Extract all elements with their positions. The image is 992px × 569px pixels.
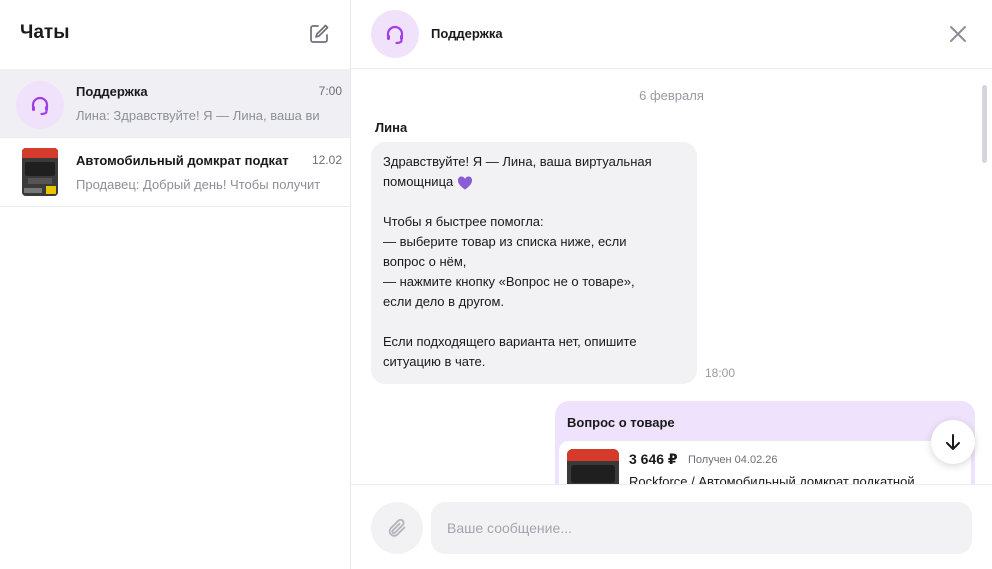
chat-item-time: 12.02 (311, 153, 342, 167)
message-line: Если подходящего варианта нет, опишите (383, 334, 637, 349)
outgoing-message-title: Вопрос о товаре (567, 415, 675, 430)
message-line: если дело в другом. (383, 294, 505, 309)
date-separator: 6 февраля (639, 88, 704, 103)
chat-item-preview: Лина: Здравствуйте! Я — Лина, ваша ви (76, 108, 320, 123)
message-line: ситуацию в чате. (383, 354, 486, 369)
headset-icon (386, 25, 404, 45)
scrollbar-thumb[interactable] (982, 85, 987, 163)
message-line: вопрос о нём, (383, 254, 467, 269)
product-thumbnail (567, 449, 619, 484)
outgoing-message: Вопрос о товаре 3 646 ₽ Получен 04.02.26… (555, 401, 975, 484)
sidebar-header: Чаты (0, 0, 350, 68)
message-list[interactable]: 6 февраля Лина Здравствуйте! Я — Лина, в… (351, 69, 992, 484)
sidebar-title: Чаты (20, 22, 70, 43)
product-name: Rockforce / Автомобильный домкрат подкат… (629, 474, 915, 484)
chat-item-preview: Продавец: Добрый день! Чтобы получит (76, 177, 321, 192)
attach-button[interactable] (371, 502, 423, 554)
chat-panel: Поддержка 6 февраля Лина Здравствуйте! Я… (351, 0, 992, 569)
chat-list-sidebar: Чаты Поддержка 7:00 Лина: Здравствуйте! … (0, 0, 351, 569)
chat-item-jack[interactable]: Автомобильный домкрат подкат 12.02 Прода… (0, 138, 350, 207)
product-thumbnail (22, 148, 58, 196)
message-composer (351, 484, 992, 569)
message-line: помощница (383, 172, 685, 192)
scroll-down-button[interactable] (931, 420, 975, 464)
product-card[interactable]: 3 646 ₽ Получен 04.02.26 Rockforce / Авт… (559, 441, 971, 484)
chat-title: Поддержка (431, 26, 503, 41)
paperclip-icon (388, 518, 406, 537)
message-line: — выберите товар из списка ниже, если (383, 234, 627, 249)
chat-header: Поддержка (351, 0, 992, 69)
support-avatar (371, 10, 419, 58)
message-sender: Лина (375, 120, 408, 135)
close-icon (950, 26, 966, 42)
chat-item-name: Автомобильный домкрат подкат (76, 153, 289, 168)
compose-icon (310, 24, 329, 43)
message-line: — нажмите кнопку «Вопрос не о товаре», (383, 274, 635, 289)
message-input[interactable] (431, 502, 972, 554)
incoming-message: Здравствуйте! Я — Лина, ваша виртуальная… (371, 142, 697, 384)
chat-item-support[interactable]: Поддержка 7:00 Лина: Здравствуйте! Я — Л… (0, 69, 350, 138)
support-avatar (16, 81, 64, 129)
product-price: 3 646 ₽ (629, 451, 678, 467)
message-time: 18:00 (705, 366, 736, 380)
chat-item-time: 7:00 (318, 84, 342, 98)
compose-button[interactable] (306, 21, 332, 47)
headset-icon (31, 96, 49, 116)
arrow-down-icon (946, 434, 960, 450)
chat-item-name: Поддержка (76, 84, 148, 99)
message-line: Чтобы я быстрее помогла: (383, 214, 544, 229)
product-status: Получен 04.02.26 (688, 454, 778, 466)
message-line: Здравствуйте! Я — Лина, ваша виртуальная (383, 154, 652, 169)
close-button[interactable] (948, 24, 968, 44)
purple-heart-icon (457, 176, 472, 190)
